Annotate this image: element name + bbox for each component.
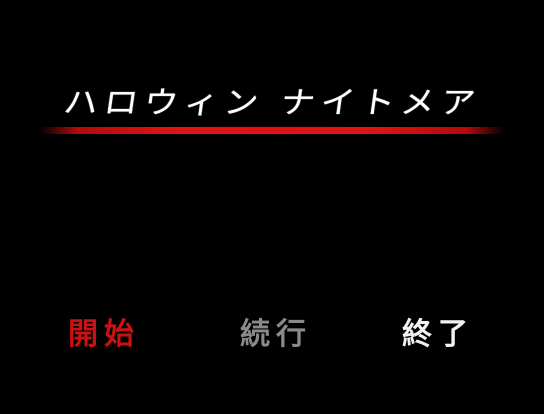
title-underline xyxy=(40,127,504,134)
title-screen: ハロウィン ナイトメア 開始 続行 終了 xyxy=(0,0,544,414)
menu-start-button[interactable]: 開始 xyxy=(68,313,140,357)
menu-quit-button[interactable]: 終了 xyxy=(402,313,474,357)
game-title-logo: ハロウィン ナイトメア xyxy=(40,78,504,148)
game-title: ハロウィン ナイトメア xyxy=(61,85,484,121)
menu-continue-button[interactable]: 続行 xyxy=(240,313,312,357)
